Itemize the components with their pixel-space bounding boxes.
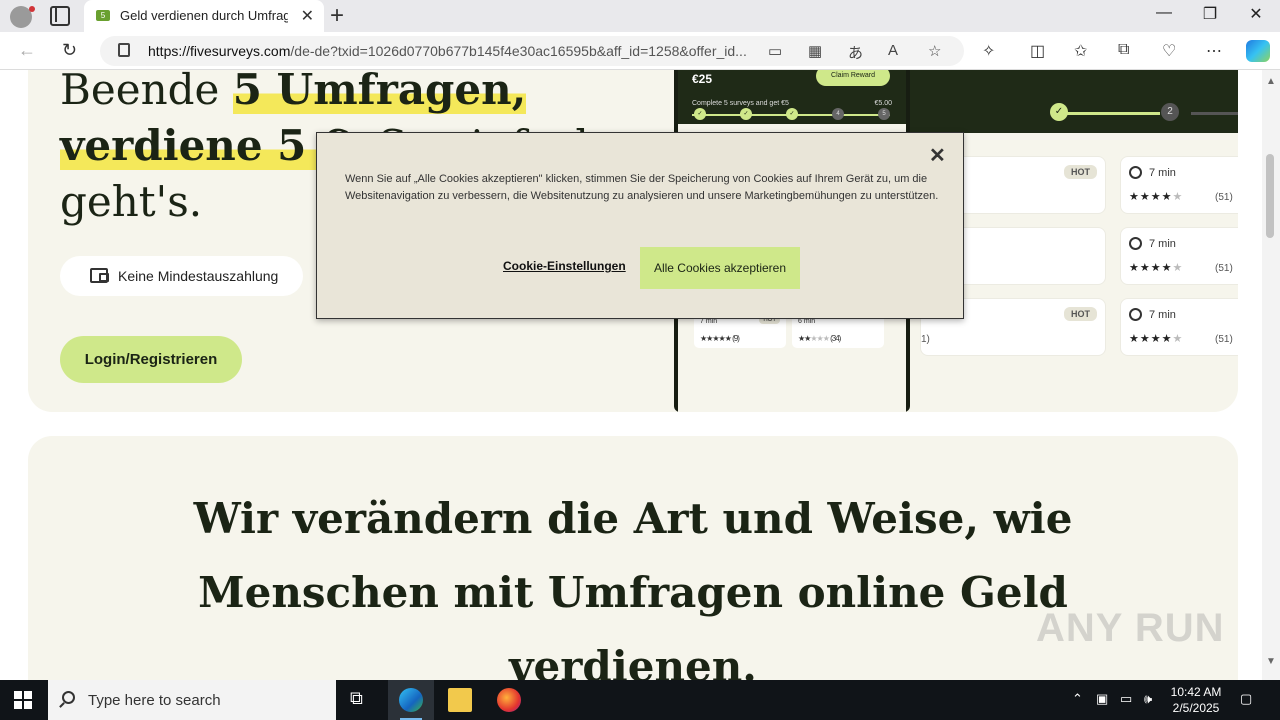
clock-time: 10:42 AM <box>1170 685 1222 699</box>
min-payout-label: Keine Mindestauszahlung <box>118 268 279 284</box>
clock-icon <box>1129 237 1142 250</box>
dashboard-check-icon: ✓ <box>1050 103 1068 121</box>
copilot-icon[interactable] <box>1246 40 1270 62</box>
lock-icon[interactable] <box>118 43 130 57</box>
mission-heading: Wir verändern die Art und Weise, wie Men… <box>193 494 1073 680</box>
survey-card: 7 min ★★★★★ (51) <box>1120 298 1238 356</box>
browser-essentials-icon[interactable]: ♡ <box>1162 41 1176 61</box>
balance-amount: €25 <box>692 72 713 86</box>
device-icon[interactable]: ▭ <box>768 42 782 60</box>
min-payout-badge: Keine Mindestauszahlung <box>60 256 303 296</box>
collections-icon[interactable]: ⧉ <box>1118 41 1129 59</box>
show-hidden-icons-icon[interactable]: ⌃ <box>1072 691 1083 707</box>
taskbar: Type here to search ⧉ ⌃ ▣ ▭ 🕪 10:42 AM 2… <box>0 680 1280 720</box>
survey-time: 6 min <box>798 318 816 325</box>
goal-value: €5.00 <box>874 100 892 107</box>
tab-title: Geld verdienen durch Umfragen <box>120 8 288 23</box>
extensions-icon[interactable]: ✧ <box>982 41 995 61</box>
back-icon[interactable]: ← <box>18 40 36 61</box>
hot-badge: HOT <box>1064 307 1097 321</box>
system-clock[interactable]: 10:42 AM 2/5/2025 <box>1164 684 1228 716</box>
window-close-icon[interactable]: ✕ <box>1233 4 1279 24</box>
survey-time: 7 min <box>1149 238 1176 250</box>
star-rating: ★★★★★ <box>1129 333 1184 345</box>
goal-text: Complete 5 surveys and get €5 <box>692 100 789 107</box>
star-rating: ★★★★★ <box>1129 191 1184 203</box>
refresh-icon[interactable]: ↻ <box>62 40 77 61</box>
translate-icon[interactable]: あ <box>848 42 863 63</box>
accept-all-cookies-button[interactable]: Alle Cookies akzeptieren <box>640 247 800 289</box>
search-icon <box>62 691 75 704</box>
edge-icon <box>399 688 423 712</box>
survey-time: 7 min <box>700 318 718 325</box>
star-rating: ★★★★★ (34) <box>798 334 841 343</box>
more-menu-icon[interactable]: ⋯ <box>1206 41 1222 61</box>
address-bar: ← ↻ https://fivesurveys.com/de-de?txid=1… <box>0 32 1280 70</box>
new-tab-icon[interactable]: + <box>330 2 344 30</box>
clock-icon <box>1129 166 1142 179</box>
scroll-up-icon[interactable]: ▲ <box>1266 76 1276 87</box>
step-check-icon: ✓ <box>740 108 752 120</box>
url-text[interactable]: https://fivesurveys.com/de-de?txid=1026d… <box>148 43 754 59</box>
edge-taskbar-button[interactable] <box>388 680 434 720</box>
search-placeholder: Type here to search <box>88 692 221 709</box>
vertical-scrollbar[interactable]: ▲ ▼ <box>1262 70 1280 680</box>
favorite-star-icon[interactable]: ☆ <box>928 42 941 60</box>
cookie-text: Wenn Sie auf „Alle Cookies akzeptieren" … <box>345 173 939 202</box>
dashboard-progress <box>1060 112 1160 115</box>
profile-icon[interactable] <box>10 6 35 28</box>
url-field[interactable]: https://fivesurveys.com/de-de?txid=1026d… <box>100 36 964 66</box>
survey-time: 7 min <box>1149 167 1176 179</box>
site-favicon-icon: 5 <box>96 10 110 21</box>
login-register-button[interactable]: Login/Registrieren <box>60 336 242 383</box>
read-aloud-icon[interactable]: A <box>888 42 898 59</box>
star-rating: ★★★★★ <box>1129 262 1184 274</box>
step-check-icon: ✓ <box>786 108 798 120</box>
taskbar-search[interactable]: Type here to search <box>48 680 336 720</box>
tab-bar: 5 Geld verdienen durch Umfragen ✕ + — ❐ … <box>0 0 1280 32</box>
claim-reward-button: Claim Reward <box>816 70 890 86</box>
watermark-logo: ANY RUN <box>1036 606 1225 650</box>
split-screen-icon[interactable]: ◫ <box>1030 41 1045 61</box>
file-explorer-icon[interactable] <box>448 688 472 712</box>
clock-date: 2/5/2025 <box>1172 701 1220 715</box>
restore-icon[interactable]: ❐ <box>1187 4 1233 24</box>
survey-time: 7 min <box>1149 309 1176 321</box>
cookie-close-icon[interactable]: ✕ <box>929 143 946 168</box>
cookie-settings-link[interactable]: Cookie-Einstellungen <box>503 259 626 273</box>
task-view-icon[interactable]: ⧉ <box>350 688 363 709</box>
step-4: 4 <box>832 108 844 120</box>
dashboard-step: 2 <box>1161 103 1179 121</box>
notifications-icon[interactable]: ▢ <box>1240 691 1252 707</box>
device-tray-icon[interactable]: ▣ <box>1096 691 1108 707</box>
survey-card: 7 min ★★★★★ (51) <box>1120 156 1238 214</box>
step-5: 5 <box>878 108 890 120</box>
cookie-banner: ✕ Wenn Sie auf „Alle Cookies akzeptieren… <box>316 132 964 319</box>
phone-balance-panel: €25 Claim Reward Complete 5 surveys and … <box>678 70 906 124</box>
active-tab[interactable]: 5 Geld verdienen durch Umfragen ✕ <box>84 0 324 32</box>
survey-card: 7 min ★★★★★ (51) <box>1120 227 1238 285</box>
apps-icon[interactable]: ▦ <box>808 42 822 60</box>
dashboard-header <box>910 70 1238 133</box>
rating-count: (51) <box>1215 192 1233 203</box>
step-check-icon: ✓ <box>694 108 706 120</box>
volume-icon[interactable]: 🕪 <box>1144 691 1152 707</box>
wallet-icon <box>90 268 109 283</box>
hot-badge: HOT <box>1064 165 1097 179</box>
rating-count: 1) <box>921 334 930 345</box>
tab-actions-icon[interactable] <box>50 6 70 26</box>
scroll-thumb[interactable] <box>1266 154 1274 238</box>
network-icon[interactable]: ▭ <box>1120 691 1132 707</box>
minimize-icon[interactable]: — <box>1141 4 1187 22</box>
rating-count: (51) <box>1215 263 1233 274</box>
clock-icon <box>1129 308 1142 321</box>
tab-close-icon[interactable]: ✕ <box>301 6 314 26</box>
firefox-icon[interactable] <box>497 688 521 712</box>
favorites-icon[interactable]: ✩ <box>1074 41 1087 61</box>
rating-count: (51) <box>1215 334 1233 345</box>
star-rating: ★★★★★ (9) <box>700 334 740 343</box>
start-windows-icon[interactable] <box>14 691 32 709</box>
dashboard-progress-remaining <box>1191 112 1238 115</box>
scroll-down-icon[interactable]: ▼ <box>1266 656 1276 667</box>
